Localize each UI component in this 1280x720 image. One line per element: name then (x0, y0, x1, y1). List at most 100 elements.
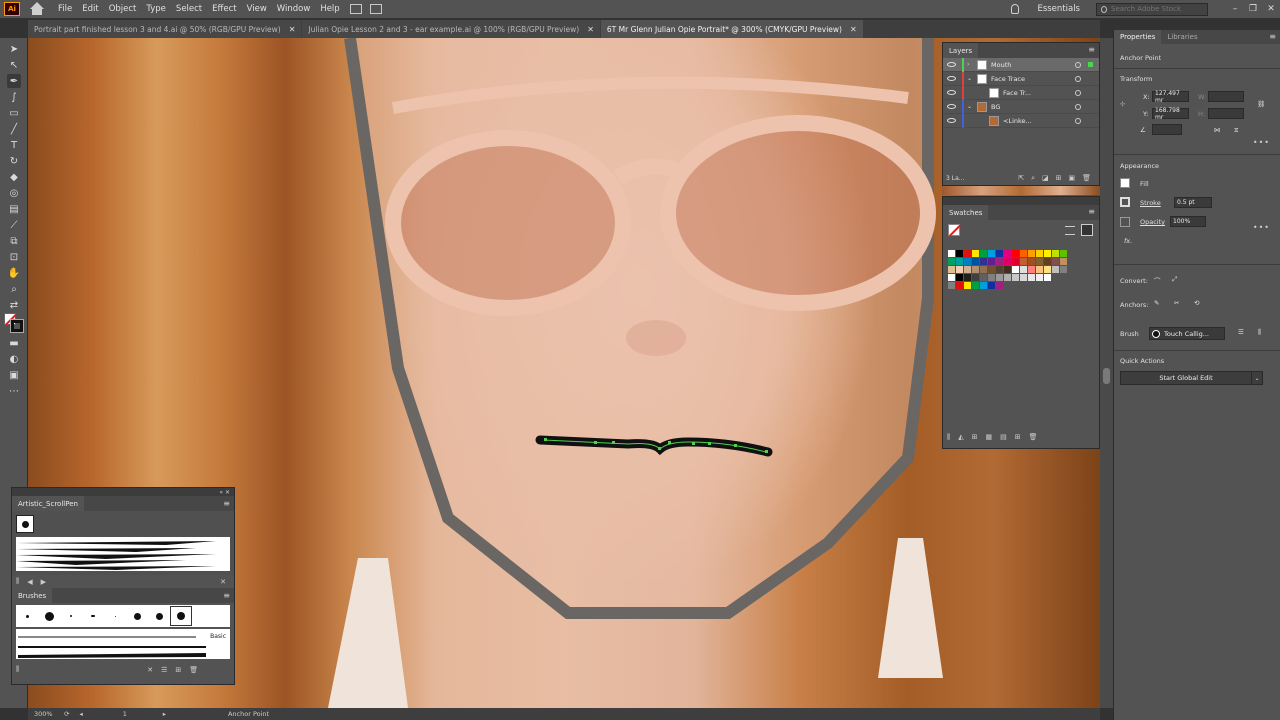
brush-library-icon[interactable]: ⫼ (1258, 328, 1261, 337)
color-swatch[interactable] (996, 274, 1003, 281)
color-swatch[interactable] (1028, 250, 1035, 257)
color-swatch[interactable] (1060, 250, 1067, 257)
constrain-proportions-icon[interactable]: ⛓ (1257, 100, 1265, 108)
clipping-mask-icon[interactable]: ◪ (1042, 174, 1049, 183)
tab-libraries[interactable]: Libraries (1161, 30, 1203, 44)
color-swatch[interactable] (1004, 274, 1011, 281)
color-swatch[interactable] (964, 274, 971, 281)
color-swatch[interactable] (972, 282, 979, 289)
properties-menu-icon[interactable]: ≡ (1269, 32, 1276, 41)
tab-properties[interactable]: Properties (1114, 30, 1162, 44)
curvature-tool-icon[interactable]: ∫ (7, 90, 21, 104)
tab-mr-glenn-portrait[interactable]: 6T Mr Glenn Julian Opie Portrait* @ 300%… (600, 20, 863, 38)
w-field[interactable] (1208, 91, 1244, 102)
close-tab-icon[interactable]: ✕ (850, 25, 857, 34)
menu-edit[interactable]: Edit (82, 4, 98, 14)
gradient-tool-icon[interactable]: ▤ (7, 202, 21, 216)
color-swatch[interactable] (972, 266, 979, 273)
options-icon[interactable]: ☰ (161, 666, 167, 674)
color-swatch[interactable] (948, 258, 955, 265)
color-swatch[interactable] (996, 258, 1003, 265)
delete-brush-icon[interactable]: 🗑 (189, 666, 198, 674)
brushes-menu-icon[interactable]: ≡ (223, 591, 230, 600)
tab-layers[interactable]: Layers (943, 43, 979, 58)
color-swatch[interactable] (1060, 274, 1067, 281)
color-swatch[interactable] (1028, 258, 1035, 265)
color-swatch[interactable] (980, 250, 987, 257)
fill-label[interactable]: Fill (1140, 180, 1149, 188)
color-swatch[interactable] (988, 258, 995, 265)
expand-icon[interactable]: › (967, 61, 975, 68)
rotate-icon[interactable]: ∠ (1140, 126, 1146, 134)
menu-window[interactable]: Window (277, 4, 311, 14)
thumbnail-view-icon[interactable] (1081, 224, 1093, 236)
color-swatch[interactable] (980, 274, 987, 281)
layer-row-bg[interactable]: ⌄ BG (943, 99, 1099, 114)
color-swatch[interactable] (1020, 258, 1027, 265)
brush-preset[interactable] (82, 606, 104, 626)
color-swatch[interactable] (972, 274, 979, 281)
menu-object[interactable]: Object (109, 4, 137, 14)
stroke-swatch-icon[interactable] (1120, 197, 1130, 207)
color-swatch[interactable] (948, 266, 955, 273)
brush-strokes-list[interactable]: Basic (16, 629, 230, 659)
color-swatch[interactable] (996, 282, 1003, 289)
zoom-tool-icon[interactable]: ⌕ (7, 282, 21, 296)
selection-indicator[interactable] (1088, 62, 1093, 67)
color-swatch[interactable] (964, 250, 971, 257)
color-swatch[interactable] (1028, 282, 1035, 289)
color-swatch[interactable] (948, 282, 955, 289)
brush-preset[interactable] (126, 606, 148, 626)
rotate-tool-icon[interactable]: ↻ (7, 154, 21, 168)
next-library-icon[interactable]: ▶ (41, 578, 46, 586)
target-circle-icon[interactable] (1075, 103, 1081, 110)
previous-library-icon[interactable]: ◀ (27, 578, 32, 586)
opacity-label[interactable]: Opacity (1140, 218, 1165, 226)
swatch-libraries-icon[interactable]: ⫼ (947, 433, 950, 442)
color-swatch[interactable] (988, 266, 995, 273)
flip-horizontal-icon[interactable]: ⋈ (1214, 126, 1221, 134)
color-swatch[interactable] (1012, 250, 1019, 257)
layers-menu-icon[interactable]: ≡ (1088, 45, 1095, 54)
layer-row-mouth[interactable]: › Mouth (943, 57, 1099, 72)
target-circle-icon[interactable] (1075, 89, 1081, 96)
drawing-mode-icon[interactable]: ◐ (7, 352, 21, 366)
color-swatch[interactable] (1052, 266, 1059, 273)
color-swatch[interactable] (1012, 274, 1019, 281)
color-swatch[interactable] (988, 274, 995, 281)
more-appearance-options[interactable]: ••• (1253, 223, 1270, 232)
arrange-documents-icon-2[interactable] (369, 4, 382, 14)
eraser-tool-icon[interactable]: ◆ (7, 170, 21, 184)
visibility-eye-icon[interactable] (947, 104, 956, 109)
fill-stroke-control[interactable] (4, 313, 24, 333)
blend-tool-icon[interactable]: ⧉ (7, 234, 21, 248)
more-transform-options[interactable]: ••• (1253, 138, 1270, 147)
color-swatch[interactable] (1020, 282, 1027, 289)
previous-artboard-icon[interactable]: ◂ (79, 710, 82, 718)
x-field[interactable]: 127.497 mr (1152, 90, 1189, 104)
target-circle-icon[interactable] (1075, 117, 1081, 124)
color-swatch[interactable] (1052, 282, 1059, 289)
new-sublayer-icon[interactable]: ⊞ (1056, 174, 1062, 183)
brush-preset[interactable] (148, 606, 170, 626)
brush-thumbnail[interactable] (16, 515, 34, 533)
opacity-field[interactable]: 100% (1170, 216, 1206, 227)
brush-preset[interactable] (16, 606, 38, 626)
color-swatch[interactable] (1004, 258, 1011, 265)
color-swatch[interactable] (964, 258, 971, 265)
tab-portrait-part[interactable]: Portrait part finished lesson 3 and 4.ai… (28, 20, 302, 38)
h-field[interactable] (1208, 108, 1244, 119)
color-swatch[interactable] (956, 274, 963, 281)
selection-tool-icon[interactable]: ➤ (7, 42, 21, 56)
color-swatch[interactable] (964, 282, 971, 289)
color-swatch[interactable] (1044, 258, 1051, 265)
close-tab-icon[interactable]: ✕ (587, 25, 594, 34)
target-circle-icon[interactable] (1075, 61, 1081, 68)
pen-tool-icon[interactable]: ✒ (7, 74, 21, 88)
next-artboard-icon[interactable]: ▸ (163, 710, 166, 718)
color-swatch[interactable] (1036, 266, 1043, 273)
new-layer-icon[interactable]: ▣ (1068, 174, 1075, 183)
color-swatch[interactable] (972, 258, 979, 265)
menu-type[interactable]: Type (146, 4, 166, 14)
screen-mode-icon[interactable]: ▣ (7, 368, 21, 382)
